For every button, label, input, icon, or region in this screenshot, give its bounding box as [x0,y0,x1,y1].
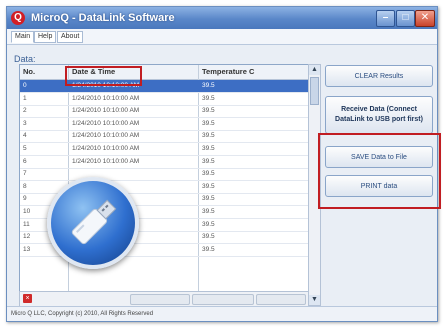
cell-no: 10 [23,208,31,215]
table-row[interactable]: 3 1/24/2010 10:10:00 AM 39.5 [20,118,308,131]
cell-date-time: 1/24/2010 10:10:00 AM [72,157,140,165]
cell-temperature: 39.5 [202,182,215,190]
delete-icon[interactable]: × [23,294,32,303]
cell-temperature: 39.5 [202,157,215,165]
table-row[interactable]: 1 1/24/2010 10:10:00 AM 39.5 [20,93,308,106]
app-logo-icon: Q [11,11,25,25]
footer-button[interactable] [130,294,190,305]
cell-date-time: 1/24/2010 10:10:00 AM [72,94,140,102]
cell-no: 2 [23,107,27,115]
table-footer-toolbar: × [19,291,309,307]
footer-button[interactable] [256,294,306,305]
close-icon[interactable]: ✕ [415,10,435,27]
scroll-up-icon[interactable]: ▲ [309,65,320,75]
scroll-down-icon[interactable]: ▼ [309,295,320,305]
tab-main[interactable]: Main [11,31,35,43]
clear-results-button[interactable]: CLEAR Results [325,65,433,87]
cell-date-time: 1/24/2010 10:10:00 AM [72,107,140,115]
cell-temperature: 39.5 [202,82,215,89]
cell-temperature: 39.5 [202,119,215,127]
cell-no: 11 [23,220,30,228]
table-row[interactable]: 5 1/24/2010 10:10:00 AM 39.5 [20,143,308,156]
cell-no: 8 [23,182,27,190]
cell-date-time: 1/24/2010 10:10:00 AM [72,132,140,140]
cell-date-time: 1/24/2010 10:10:00 AM [72,119,140,127]
cell-temperature: 39.5 [202,170,215,178]
usb-drive-graphic [71,199,117,245]
cell-temperature: 39.5 [202,145,215,152]
table-row[interactable]: 6 1/24/2010 10:10:00 AM 39.5 [20,156,308,169]
cell-no: 9 [23,195,27,203]
cell-temperature: 39.5 [202,94,215,102]
status-bar: Micro Q LLC, Copyright (c) 2010, All Rig… [7,306,437,321]
app-window: Q MicroQ - DataLink Software – □ ✕ Main … [6,6,441,322]
cell-temperature: 39.5 [202,220,215,228]
cell-temperature: 39.5 [202,107,215,115]
highlight-date-time-column [65,66,142,86]
scroll-thumb[interactable] [310,77,319,105]
table-row[interactable]: 2 1/24/2010 10:10:00 AM 39.5 [20,105,308,119]
table-row[interactable]: 7 39.5 [20,168,308,182]
cell-no: 13 [23,245,31,253]
usb-drive-icon [47,177,139,269]
cell-no: 12 [23,233,31,241]
highlight-save-print-buttons [318,133,441,209]
cell-temperature: 39.5 [202,195,215,203]
menu-tabs: Main Help About [7,29,437,45]
cell-no: 7 [23,170,27,178]
cell-temperature: 39.5 [202,132,215,140]
cell-no: 0 [23,82,27,89]
data-label: Data: [14,54,36,64]
cell-no: 4 [23,132,27,140]
footer-button[interactable] [192,294,254,305]
tab-help[interactable]: Help [34,31,57,43]
cell-no: 5 [23,145,27,152]
cell-temperature: 39.5 [202,233,215,241]
table-row[interactable]: 4 1/24/2010 10:10:00 AM 39.5 [20,130,308,144]
minimize-icon[interactable]: – [376,10,395,27]
title-bar[interactable]: Q MicroQ - DataLink Software – □ ✕ [7,7,437,29]
maximize-icon[interactable]: □ [396,10,415,27]
cell-temperature: 39.5 [202,245,215,253]
cell-no: 3 [23,119,27,127]
receive-data-button[interactable]: Receive Data (Connect DataLink to USB po… [325,96,433,134]
cell-date-time: 1/24/2010 10:10:00 AM [72,145,140,152]
cell-temperature: 39.5 [202,208,215,215]
tab-about[interactable]: About [57,31,84,43]
cell-no: 6 [23,157,27,165]
table-header: No. Date & Time Temperature C [20,65,308,80]
window-title: MicroQ - DataLink Software [31,12,175,24]
table-row[interactable]: 0 1/24/2010 10:10:00 AM 39.5 [20,80,308,93]
column-header-no[interactable]: No. [23,67,35,76]
column-header-temperature[interactable]: Temperature C [202,67,254,76]
cell-no: 1 [23,94,27,102]
